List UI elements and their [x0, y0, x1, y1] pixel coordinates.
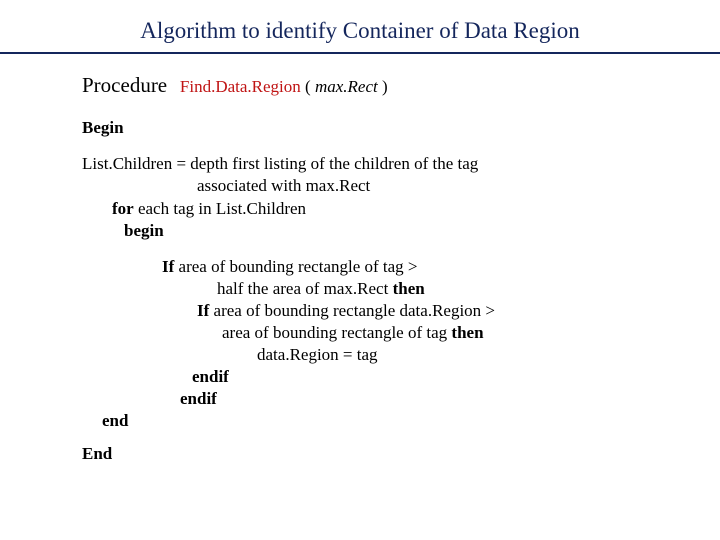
- if-text: half the area of max.Rect: [217, 279, 393, 298]
- if-block: If area of bounding rectangle of tag > h…: [82, 256, 650, 411]
- algo-line: associated with max.Rect: [82, 175, 650, 197]
- then-keyword: then: [393, 279, 425, 298]
- if-text: area of bounding rectangle of tag: [222, 323, 451, 342]
- if-keyword: If: [197, 301, 209, 320]
- begin-keyword: Begin: [82, 117, 650, 139]
- algo-line: for each tag in List.Children: [82, 198, 650, 220]
- for-keyword: for: [112, 199, 134, 218]
- algo-line: List.Children = depth first listing of t…: [82, 153, 650, 175]
- then-keyword: then: [451, 323, 483, 342]
- for-text: each tag in List.Children: [134, 199, 306, 218]
- algorithm-body: List.Children = depth first listing of t…: [82, 153, 650, 241]
- if-keyword: If: [162, 257, 174, 276]
- begin-inner: begin: [82, 220, 650, 242]
- if-text: area of bounding rectangle data.Region >: [209, 301, 495, 320]
- slide: { "title": "Algorithm to identify Contai…: [0, 0, 720, 540]
- paren-close: ): [378, 77, 388, 96]
- algo-line: data.Region = tag: [162, 344, 650, 366]
- endif-keyword: endif: [162, 366, 650, 388]
- algo-line: half the area of max.Rect then: [162, 278, 650, 300]
- slide-body: Procedure Find.Data.Region ( max.Rect ) …: [0, 54, 720, 465]
- end-keyword: End: [82, 443, 650, 465]
- slide-title: Algorithm to identify Container of Data …: [0, 0, 720, 52]
- if-text: area of bounding rectangle of tag >: [174, 257, 417, 276]
- algo-line: If area of bounding rectangle of tag >: [162, 256, 650, 278]
- procedure-keyword: Procedure: [82, 73, 167, 97]
- procedure-line: Procedure Find.Data.Region ( max.Rect ): [82, 72, 650, 99]
- endif-keyword: endif: [162, 388, 650, 410]
- procedure-param: max.Rect: [315, 77, 378, 96]
- end-inner: end: [82, 410, 650, 432]
- algo-line: area of bounding rectangle of tag then: [162, 322, 650, 344]
- paren-open: (: [301, 77, 315, 96]
- procedure-name: Find.Data.Region: [180, 77, 301, 96]
- algo-line: If area of bounding rectangle data.Regio…: [162, 300, 650, 322]
